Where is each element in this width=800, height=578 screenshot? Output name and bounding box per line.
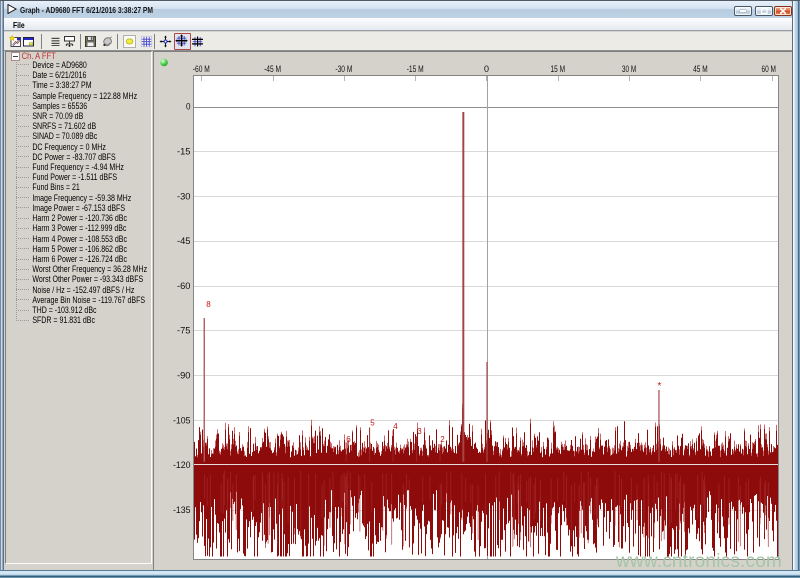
svg-text:4: 4 [393,422,398,431]
svg-text:-30 M: -30 M [335,64,352,74]
svg-text:-15 M: -15 M [407,64,424,74]
svg-text:6: 6 [346,435,351,444]
svg-text:60 M: 60 M [761,64,776,74]
svg-text:-45 M: -45 M [264,64,281,74]
svg-text:45 M: 45 M [693,64,708,74]
svg-text:-60 M: -60 M [193,64,210,74]
svg-text:-75: -75 [177,326,191,336]
svg-text:-30: -30 [177,191,191,201]
svg-text:0: 0 [484,64,489,74]
svg-text:-135: -135 [173,505,191,515]
svg-text:3: 3 [417,427,422,436]
svg-text:-60: -60 [177,281,191,291]
svg-text:-120: -120 [173,460,191,470]
svg-text:0: 0 [186,102,191,112]
svg-text:2: 2 [440,435,445,444]
svg-text:15 M: 15 M [551,64,566,74]
svg-text:-105: -105 [173,415,191,425]
svg-text:5: 5 [370,419,375,428]
svg-text:-90: -90 [177,371,191,381]
svg-text:30 M: 30 M [622,64,637,74]
svg-text:-15: -15 [177,147,191,157]
svg-text:-45: -45 [177,236,191,246]
svg-text:*: * [658,381,662,392]
svg-text:8: 8 [206,300,211,309]
